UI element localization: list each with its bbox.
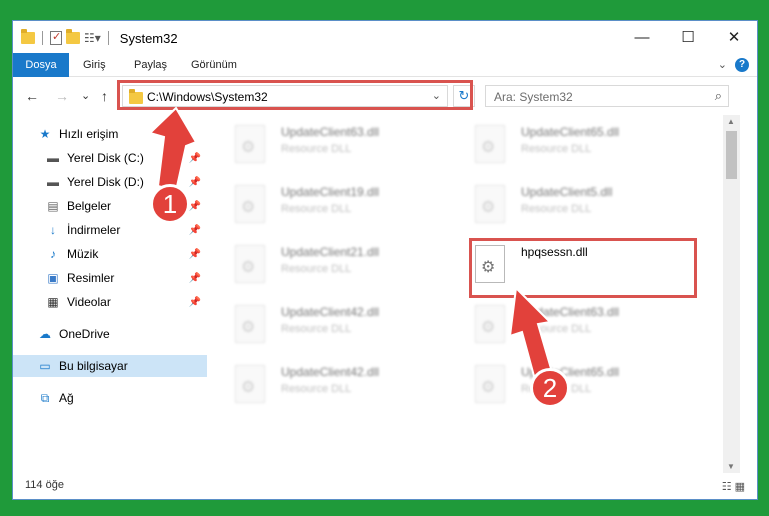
arrow-step-2 (508, 285, 554, 378)
step-1-badge: 1 (150, 184, 190, 224)
step-2-badge: 2 (530, 368, 570, 408)
arrow-step-1 (148, 106, 198, 193)
annotation-arrows (148, 106, 554, 378)
